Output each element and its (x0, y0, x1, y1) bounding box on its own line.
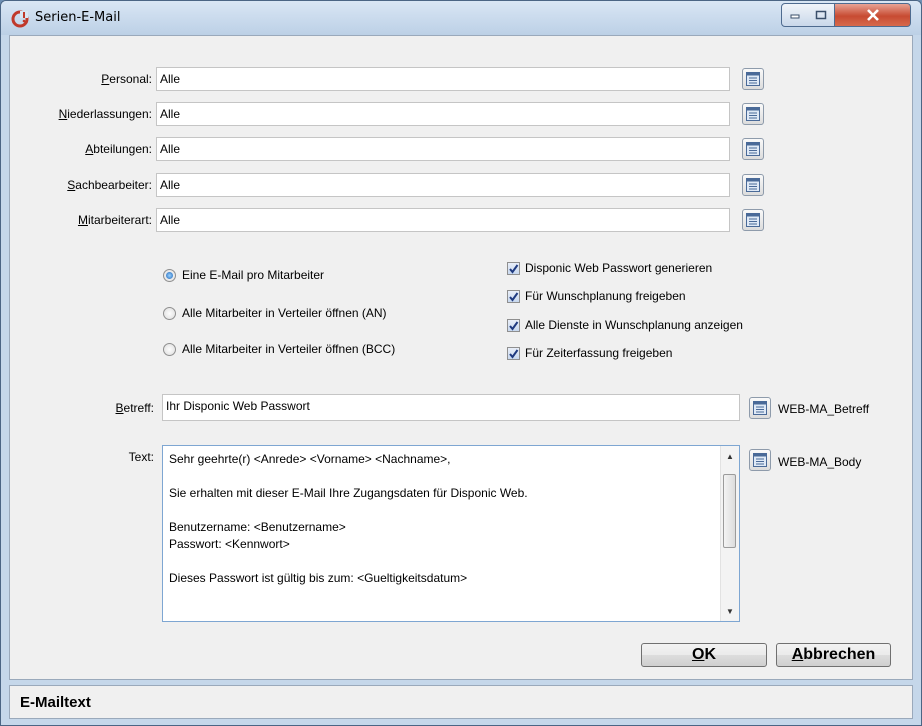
minimize-button[interactable] (781, 3, 809, 27)
subject-template-button[interactable] (749, 397, 771, 419)
body-text-line: Sie erhalten mit dieser E-Mail Ihre Zuga… (169, 486, 528, 500)
checkbox[interactable] (507, 318, 520, 332)
filter-input[interactable]: Alle (156, 67, 730, 91)
filter-select-button[interactable] (742, 174, 764, 196)
radio-label: Eine E-Mail pro Mitarbeiter (182, 268, 325, 282)
checkbox-show-all-services[interactable]: Alle Dienste in Wunschplanung anzeigen (507, 318, 743, 332)
label-rest: itarbeiterart: (87, 213, 152, 227)
checkmark-icon (509, 348, 519, 359)
checkbox[interactable] (507, 346, 520, 360)
radio-button[interactable] (163, 342, 176, 356)
radio-distribution-bcc[interactable]: Alle Mitarbeiter in Verteiler öffnen (BC… (163, 342, 395, 356)
maximize-button[interactable] (808, 3, 835, 27)
window-title: Serien-E-Mail (35, 10, 121, 25)
radio-label: Alle Mitarbeiter in Verteiler öffnen (BC… (182, 342, 396, 356)
mnemonic: N (58, 107, 68, 121)
select-list-icon (746, 213, 760, 227)
body-text-line (169, 468, 709, 485)
minimize-icon (790, 14, 800, 19)
cancel-button[interactable]: Abbrechen (776, 643, 891, 667)
body-text-line: Sehr geehrte(r) <Anrede> <Vorname> <Nach… (169, 452, 451, 466)
filter-input[interactable]: Alle (156, 208, 730, 232)
filter-label: Mitarbeiterart: (10, 213, 152, 227)
template-list-icon (753, 453, 767, 467)
filter-select-button[interactable] (742, 103, 764, 125)
label-rest: iederlassungen: (67, 107, 152, 121)
label-rest: achbearbeiter: (75, 178, 152, 192)
close-button[interactable] (835, 3, 911, 27)
checkbox-label: Für Wunschplanung freigeben (525, 289, 686, 303)
select-list-icon (746, 142, 760, 156)
subject-label: Betreff: (70, 401, 154, 415)
body-text-line: Benutzername: <Benutzername> (169, 520, 346, 534)
checkbox[interactable] (507, 261, 520, 275)
radio-button[interactable] (163, 306, 176, 320)
body-text-line (169, 502, 709, 519)
close-icon (866, 9, 879, 21)
checkbox-label: Alle Dienste in Wunschplanung anzeigen (525, 318, 743, 332)
scroll-down-icon[interactable]: ▼ (721, 603, 739, 620)
checkbox-wish-planning[interactable]: Für Wunschplanung freigeben (507, 289, 686, 303)
filter-label: Personal: (10, 72, 152, 86)
select-list-icon (746, 72, 760, 86)
radio-button[interactable] (163, 268, 176, 282)
body-text-line: Passwort: <Kennwort> (169, 537, 290, 551)
filter-label: Sachbearbeiter: (10, 178, 152, 192)
body-textarea[interactable]: Sehr geehrte(r) <Anrede> <Vorname> <Nach… (162, 445, 740, 622)
label-rest: bteilungen: (93, 142, 152, 156)
checkbox-generate-password[interactable]: Disponic Web Passwort generieren (507, 261, 712, 275)
filter-label: Abteilungen: (10, 142, 152, 156)
scroll-thumb[interactable] (723, 474, 736, 548)
filter-select-button[interactable] (742, 209, 764, 231)
ok-button[interactable]: OK (641, 643, 767, 667)
filter-input[interactable]: Alle (156, 137, 730, 161)
filter-input[interactable]: Alle (156, 173, 730, 197)
radio-distribution-an[interactable]: Alle Mitarbeiter in Verteiler öffnen (AN… (163, 306, 387, 320)
body-template-name: WEB-MA_Body (778, 455, 862, 469)
dialog-content: Personal: Alle Niederlassungen: Alle Abteilu… (9, 35, 913, 680)
body-text-line (169, 553, 709, 570)
filter-select-button[interactable] (742, 138, 764, 160)
template-list-icon (753, 401, 767, 415)
subject-input[interactable]: Ihr Disponic Web Passwort (162, 394, 740, 421)
subject-template-name: WEB-MA_Betreff (778, 402, 870, 416)
body-template-button[interactable] (749, 449, 771, 471)
app-logo-icon (11, 10, 29, 28)
filter-select-button[interactable] (742, 68, 764, 90)
button-label: bbrechen (803, 646, 876, 663)
scroll-up-icon[interactable]: ▲ (721, 448, 739, 465)
checkbox-label: Für Zeiterfassung freigeben (525, 346, 673, 360)
select-list-icon (746, 178, 760, 192)
mnemonic: M (77, 213, 88, 227)
select-list-icon (746, 107, 760, 121)
dialog-window: Serien-E-Mail Personal: Alle Niederlassung… (0, 0, 922, 726)
filter-label: Niederlassungen: (10, 107, 152, 121)
status-text: E-Mailtext (20, 694, 91, 711)
checkmark-icon (509, 263, 519, 274)
checkbox-time-tracking[interactable]: Für Zeiterfassung freigeben (507, 346, 672, 360)
mnemonic: A (791, 646, 804, 663)
button-label: K (704, 646, 716, 663)
checkmark-icon (509, 291, 519, 302)
body-text[interactable]: Sehr geehrte(r) <Anrede> <Vorname> <Nach… (169, 451, 709, 587)
filter-input[interactable]: Alle (156, 102, 730, 126)
body-label: Text: (128, 450, 154, 464)
checkbox[interactable] (507, 289, 520, 303)
mnemonic: B (115, 401, 124, 415)
title-bar[interactable]: Serien-E-Mail (1, 1, 921, 35)
label-rest: ersonal: (109, 72, 152, 86)
status-bar: E-Mailtext (9, 685, 913, 719)
body-scrollbar[interactable]: ▲ ▼ (720, 446, 739, 621)
body-text-line: Dieses Passwort ist gültig bis zum: <Gue… (169, 571, 468, 585)
maximize-icon (815, 10, 827, 20)
radio-label: Alle Mitarbeiter in Verteiler öffnen (AN… (182, 306, 387, 320)
checkmark-icon (509, 320, 519, 331)
radio-one-per-employee[interactable]: Eine E-Mail pro Mitarbeiter (163, 268, 324, 282)
label-rest: etreff: (123, 401, 154, 415)
checkbox-label: Disponic Web Passwort generieren (525, 261, 713, 275)
mnemonic: O (691, 646, 705, 663)
